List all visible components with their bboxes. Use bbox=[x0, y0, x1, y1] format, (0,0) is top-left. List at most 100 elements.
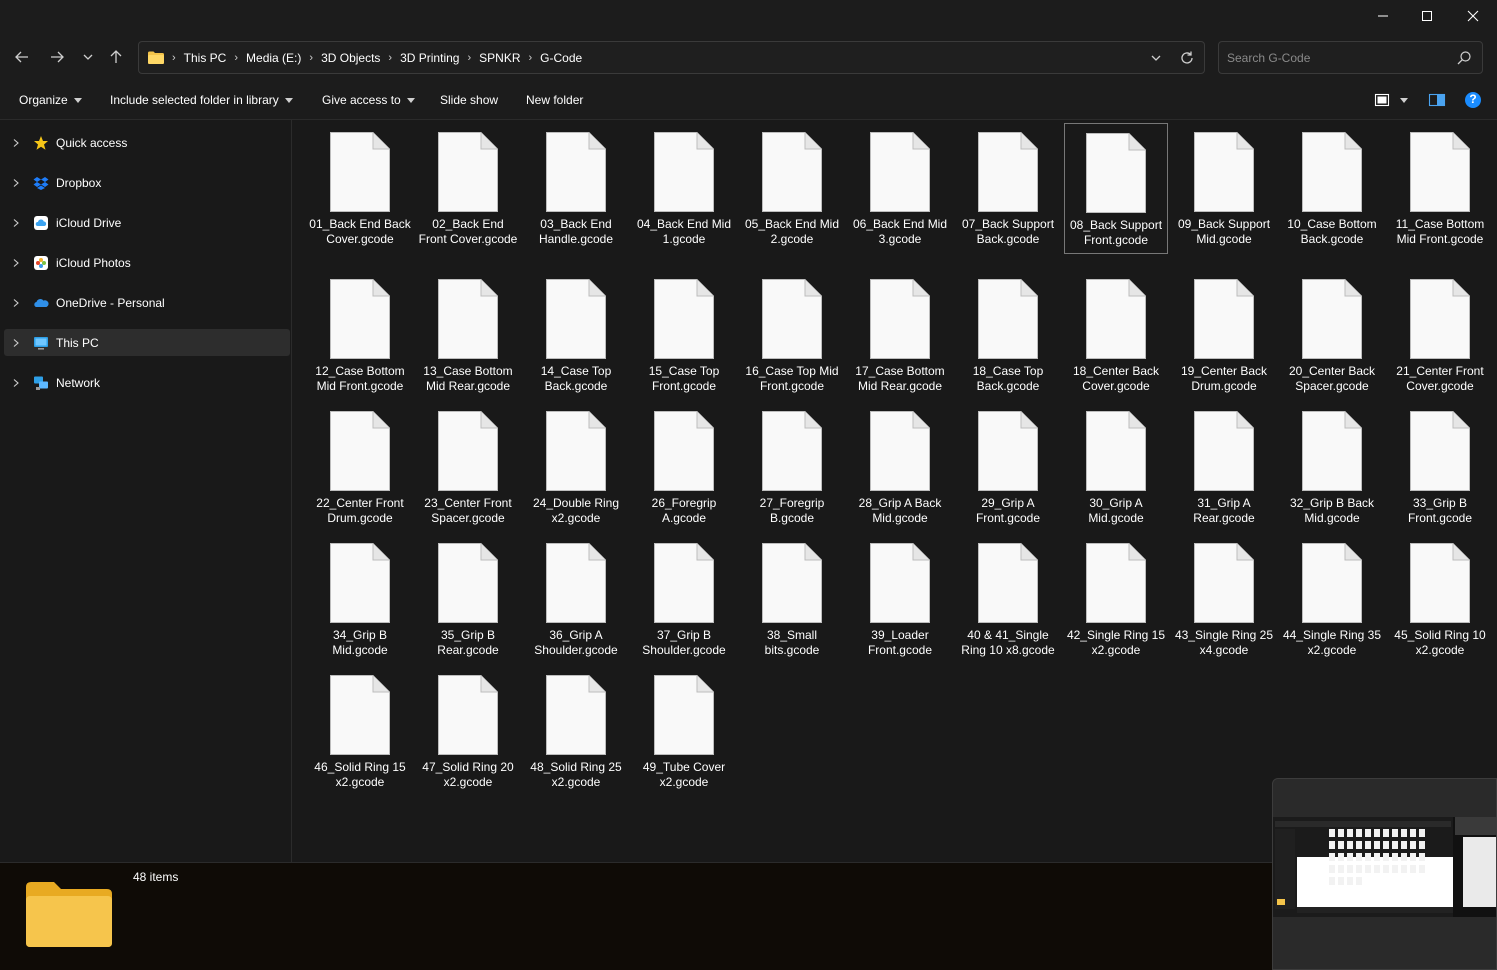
file-name: 02_Back End Front Cover.gcode bbox=[418, 217, 518, 246]
minimize-button[interactable] bbox=[1360, 0, 1406, 32]
file-item[interactable]: 47_Solid Ring 20 x2.gcode bbox=[416, 666, 520, 789]
breadcrumb-3d-printing[interactable]: 3D Printing bbox=[397, 51, 462, 65]
breadcrumb-this-pc[interactable]: This PC bbox=[181, 51, 230, 65]
include-in-library-button[interactable]: Include selected folder in library bbox=[110, 93, 293, 107]
breadcrumb-separator[interactable]: › bbox=[304, 52, 318, 64]
breadcrumb-separator[interactable]: › bbox=[523, 52, 537, 64]
recent-locations-button[interactable] bbox=[76, 45, 100, 69]
file-item[interactable]: 17_Case Bottom Mid Rear.gcode bbox=[848, 270, 952, 393]
help-button[interactable]: ? bbox=[1464, 91, 1482, 109]
back-button[interactable] bbox=[10, 45, 34, 69]
file-item[interactable]: 08_Back Support Front.gcode bbox=[1064, 123, 1168, 254]
chevron-right-icon[interactable] bbox=[6, 378, 26, 388]
sidebar-item-onedrive-personal[interactable]: OneDrive - Personal bbox=[4, 289, 290, 316]
chevron-right-icon[interactable] bbox=[6, 178, 26, 188]
file-item[interactable]: 07_Back Support Back.gcode bbox=[956, 123, 1060, 254]
file-item[interactable]: 48_Solid Ring 25 x2.gcode bbox=[524, 666, 628, 789]
file-item[interactable]: 09_Back Support Mid.gcode bbox=[1172, 123, 1276, 254]
file-item[interactable]: 30_Grip A Mid.gcode bbox=[1064, 402, 1168, 525]
file-item[interactable]: 06_Back End Mid 3.gcode bbox=[848, 123, 952, 254]
new-folder-button[interactable]: New folder bbox=[526, 93, 583, 107]
file-name: 04_Back End Mid 1.gcode bbox=[636, 217, 732, 246]
file-item[interactable]: 46_Solid Ring 15 x2.gcode bbox=[308, 666, 412, 789]
file-item[interactable]: 34_Grip B Mid.gcode bbox=[308, 534, 412, 657]
file-item[interactable]: 26_Foregrip A.gcode bbox=[632, 402, 736, 525]
file-item[interactable]: 23_Center Front Spacer.gcode bbox=[416, 402, 520, 525]
breadcrumb-separator[interactable]: › bbox=[383, 52, 397, 64]
file-item[interactable]: 03_Back End Handle.gcode bbox=[524, 123, 628, 254]
give-access-button[interactable]: Give access to bbox=[322, 93, 415, 107]
file-item[interactable]: 43_Single Ring 25 x4.gcode bbox=[1172, 534, 1276, 657]
file-item[interactable]: 35_Grip B Rear.gcode bbox=[416, 534, 520, 657]
file-item[interactable]: 39_Loader Front.gcode bbox=[848, 534, 952, 657]
file-item[interactable]: 24_Double Ring x2.gcode bbox=[524, 402, 628, 525]
chevron-right-icon[interactable] bbox=[6, 218, 26, 228]
breadcrumb-3d-objects[interactable]: 3D Objects bbox=[318, 51, 383, 65]
chevron-right-icon[interactable] bbox=[6, 338, 26, 348]
file-item[interactable]: 37_Grip B Shoulder.gcode bbox=[632, 534, 736, 657]
file-item[interactable]: 22_Center Front Drum.gcode bbox=[308, 402, 412, 525]
file-item[interactable]: 31_Grip A Rear.gcode bbox=[1172, 402, 1276, 525]
file-item[interactable]: 11_Case Bottom Mid Front.gcode bbox=[1388, 123, 1492, 254]
file-item[interactable]: 28_Grip A Back Mid.gcode bbox=[848, 402, 952, 525]
file-item[interactable]: 14_Case Top Back.gcode bbox=[524, 270, 628, 393]
file-item[interactable]: 16_Case Top Mid Front.gcode bbox=[740, 270, 844, 393]
file-item[interactable]: 20_Center Back Spacer.gcode bbox=[1280, 270, 1384, 393]
sidebar-item-this-pc[interactable]: This PC bbox=[4, 329, 290, 356]
file-item[interactable]: 49_Tube Cover x2.gcode bbox=[632, 666, 736, 789]
close-button[interactable] bbox=[1450, 0, 1496, 32]
search-input[interactable] bbox=[1227, 42, 1447, 73]
file-item[interactable]: 02_Back End Front Cover.gcode bbox=[416, 123, 520, 254]
address-history-button[interactable] bbox=[1148, 50, 1164, 66]
file-item[interactable]: 33_Grip B Front.gcode bbox=[1388, 402, 1492, 525]
sidebar-item-icloud-photos[interactable]: iCloud Photos bbox=[4, 249, 290, 276]
file-list: 01_Back End Back Cover.gcode 02_Back End … bbox=[293, 120, 1497, 862]
chevron-right-icon[interactable] bbox=[6, 258, 26, 268]
preview-pane-button[interactable] bbox=[1428, 92, 1446, 108]
thumbnail-file-icon bbox=[1419, 865, 1425, 873]
file-item[interactable]: 40 & 41_Single Ring 10 x8.gcode bbox=[956, 534, 1060, 657]
file-item[interactable]: 42_Single Ring 15 x2.gcode bbox=[1064, 534, 1168, 657]
change-view-button[interactable] bbox=[1374, 92, 1408, 108]
address-bar[interactable]: › This PC › Media (E:) › 3D Objects › 3D… bbox=[138, 41, 1205, 74]
window-thumbnail[interactable] bbox=[1272, 778, 1497, 970]
sidebar-item-icloud-drive[interactable]: iCloud Drive bbox=[4, 209, 290, 236]
file-item[interactable]: 10_Case Bottom Back.gcode bbox=[1280, 123, 1384, 254]
file-item[interactable]: 21_Center Front Cover.gcode bbox=[1388, 270, 1492, 393]
organize-button[interactable]: Organize bbox=[19, 93, 82, 107]
file-item[interactable]: 12_Case Bottom Mid Front.gcode bbox=[308, 270, 412, 393]
file-item[interactable]: 29_Grip A Front.gcode bbox=[956, 402, 1060, 525]
slide-show-button[interactable]: Slide show bbox=[440, 93, 498, 107]
forward-button[interactable] bbox=[45, 45, 69, 69]
file-item[interactable]: 19_Center Back Drum.gcode bbox=[1172, 270, 1276, 393]
file-name: 44_Single Ring 35 x2.gcode bbox=[1282, 628, 1382, 657]
file-item[interactable]: 38_Small bits.gcode bbox=[740, 534, 844, 657]
file-item[interactable]: 44_Single Ring 35 x2.gcode bbox=[1280, 534, 1384, 657]
file-item[interactable]: 36_Grip A Shoulder.gcode bbox=[524, 534, 628, 657]
breadcrumb-separator[interactable]: › bbox=[462, 52, 476, 64]
breadcrumb-separator[interactable]: › bbox=[229, 52, 243, 64]
sidebar-item-network[interactable]: Network bbox=[4, 369, 290, 396]
preview-pane-icon bbox=[1428, 93, 1446, 107]
breadcrumb-spnkr[interactable]: SPNKR bbox=[476, 51, 523, 65]
file-item[interactable]: 27_Foregrip B.gcode bbox=[740, 402, 844, 525]
breadcrumb-media-e[interactable]: Media (E:) bbox=[243, 51, 304, 65]
up-button[interactable] bbox=[104, 45, 128, 69]
file-item[interactable]: 04_Back End Mid 1.gcode bbox=[632, 123, 736, 254]
chevron-right-icon[interactable] bbox=[6, 298, 26, 308]
file-item[interactable]: 18_Center Back Cover.gcode bbox=[1064, 270, 1168, 393]
maximize-button[interactable] bbox=[1404, 0, 1450, 32]
file-item[interactable]: 15_Case Top Front.gcode bbox=[632, 270, 736, 393]
file-item[interactable]: 18_Case Top Back.gcode bbox=[956, 270, 1060, 393]
file-item[interactable]: 05_Back End Mid 2.gcode bbox=[740, 123, 844, 254]
file-item[interactable]: 45_Solid Ring 10 x2.gcode bbox=[1388, 534, 1492, 657]
refresh-button[interactable] bbox=[1178, 49, 1196, 67]
file-item[interactable]: 32_Grip B Back Mid.gcode bbox=[1280, 402, 1384, 525]
chevron-right-icon[interactable] bbox=[6, 138, 26, 148]
breadcrumb-g-code[interactable]: G-Code bbox=[537, 51, 585, 65]
sidebar-item-quick-access[interactable]: Quick access bbox=[4, 129, 290, 156]
search-box[interactable] bbox=[1218, 41, 1483, 74]
file-item[interactable]: 01_Back End Back Cover.gcode bbox=[308, 123, 412, 254]
sidebar-item-dropbox[interactable]: Dropbox bbox=[4, 169, 290, 196]
file-item[interactable]: 13_Case Bottom Mid Rear.gcode bbox=[416, 270, 520, 393]
